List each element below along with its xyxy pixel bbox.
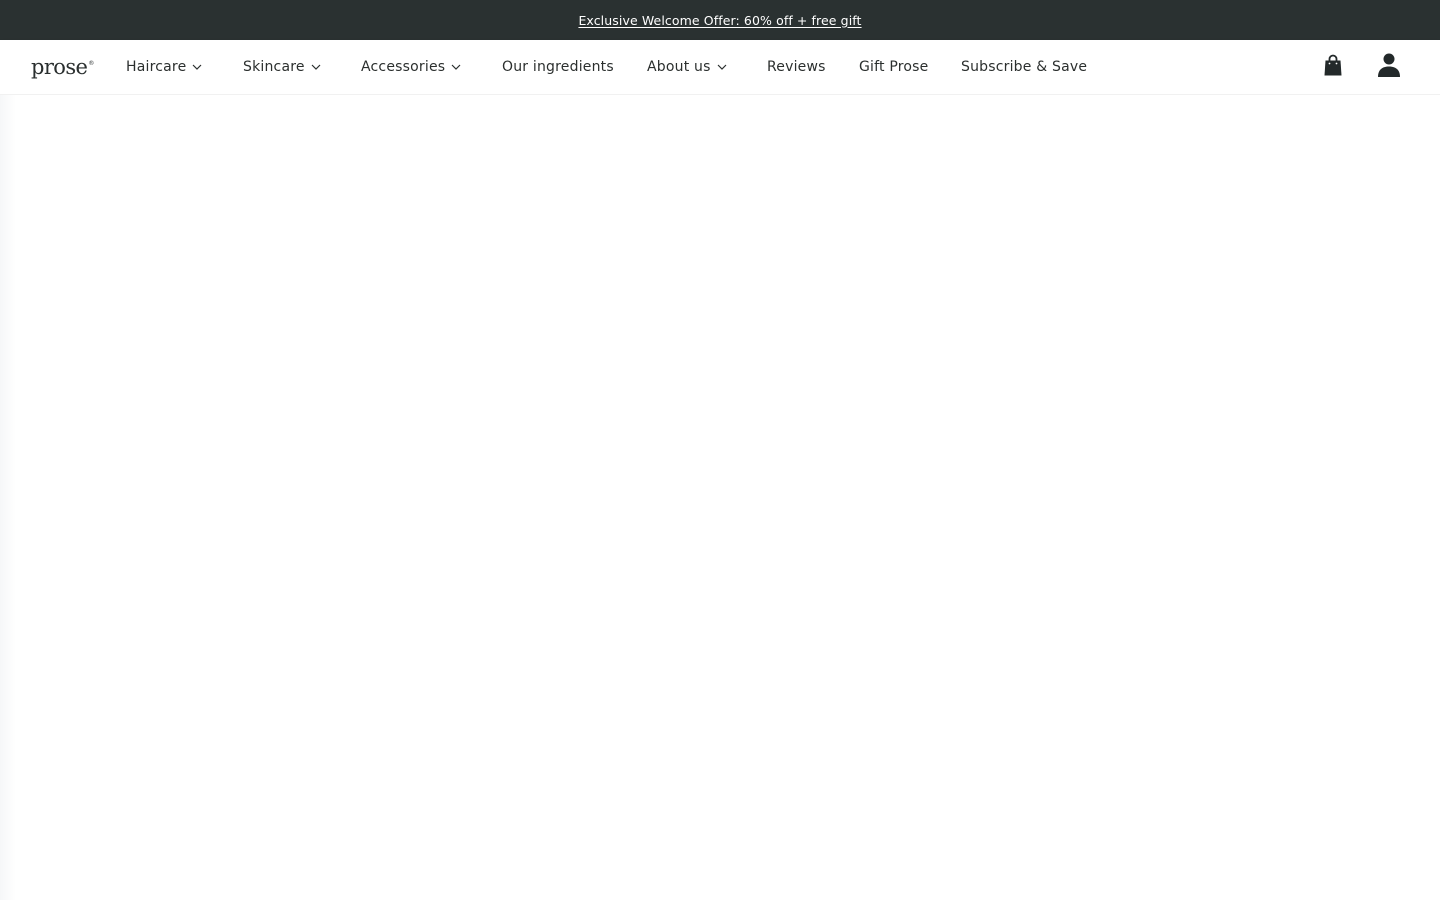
left-edge-shade bbox=[0, 95, 16, 900]
logo-text: prose bbox=[31, 55, 88, 79]
nav-item-label: Subscribe & Save bbox=[961, 59, 1088, 75]
promo-offer-link[interactable]: Exclusive Welcome Offer: 60% off + free … bbox=[578, 13, 861, 28]
nav-item-subscribe-save[interactable]: Subscribe & Save bbox=[961, 40, 1087, 94]
nav-item-our-ingredients[interactable]: Our ingredients bbox=[502, 40, 614, 94]
nav-item-gift-prose[interactable]: Gift Prose bbox=[859, 40, 928, 94]
nav-item-accessories[interactable]: Accessories bbox=[361, 40, 462, 94]
nav-item-label: Skincare bbox=[243, 59, 305, 75]
nav-item-label: About us bbox=[647, 59, 711, 75]
cart-button[interactable] bbox=[1321, 54, 1345, 80]
chevron-down-icon bbox=[191, 61, 203, 73]
chevron-down-icon bbox=[450, 61, 462, 73]
shopping-bag-icon bbox=[1323, 53, 1343, 81]
nav-item-reviews[interactable]: Reviews bbox=[767, 40, 826, 94]
nav-item-haircare[interactable]: Haircare bbox=[126, 40, 203, 94]
chevron-down-icon bbox=[716, 61, 728, 73]
promo-bar: Exclusive Welcome Offer: 60% off + free … bbox=[0, 0, 1440, 40]
chevron-down-icon bbox=[310, 61, 322, 73]
nav-item-skincare[interactable]: Skincare bbox=[243, 40, 322, 94]
nav-item-about-us[interactable]: About us bbox=[647, 40, 728, 94]
nav-item-label: Gift Prose bbox=[859, 59, 929, 75]
main-content bbox=[0, 95, 1440, 900]
user-icon bbox=[1377, 52, 1401, 82]
logo-registered-mark: ® bbox=[88, 60, 95, 67]
prose-logo[interactable]: prose ® bbox=[31, 53, 94, 81]
account-button[interactable] bbox=[1376, 53, 1402, 81]
nav-item-label: Haircare bbox=[126, 59, 187, 75]
main-navigation: prose ® Haircare Skincare Accessories Ou… bbox=[0, 40, 1440, 95]
nav-item-label: Accessories bbox=[361, 59, 446, 75]
nav-item-label: Our ingredients bbox=[502, 59, 614, 75]
nav-item-label: Reviews bbox=[767, 59, 826, 75]
